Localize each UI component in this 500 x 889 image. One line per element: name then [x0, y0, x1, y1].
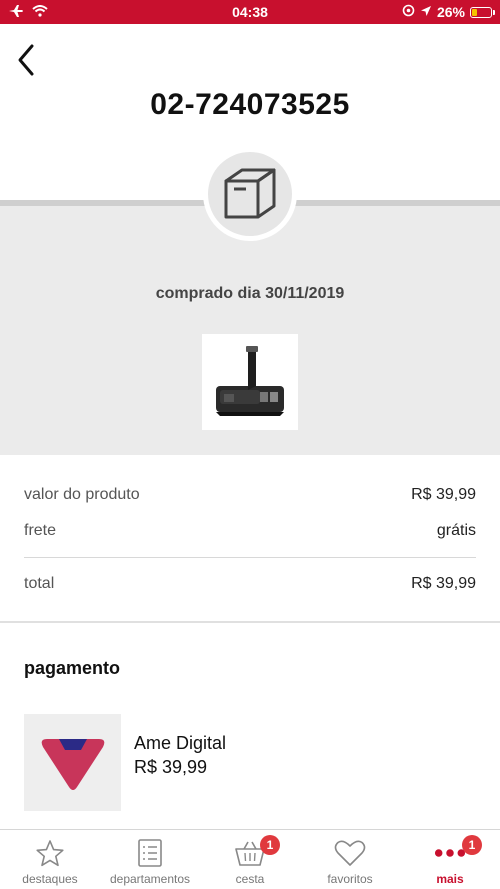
airplane-icon [8, 4, 24, 21]
battery-icon [470, 6, 495, 18]
battery-percent: 26% [436, 4, 465, 20]
shipping-row: frete grátis [24, 522, 476, 540]
nav-item-cesta[interactable]: 1 cesta [200, 830, 300, 889]
status-right: 26% [402, 4, 500, 20]
nav-item-mais[interactable]: 1 mais [400, 830, 500, 889]
section-divider [0, 621, 500, 623]
shipping-value: grátis [436, 522, 476, 539]
summary-divider [24, 557, 476, 558]
payment-method-logo [24, 714, 121, 811]
status-bar: 04:38 26% [0, 0, 500, 24]
bottom-navigation: destaques departamentos 1 cesta favorito… [0, 829, 500, 889]
star-icon [34, 838, 66, 868]
total-label: total [24, 575, 55, 592]
total-row: total R$ 39,99 [24, 575, 476, 593]
nav-item-favoritos[interactable]: favoritos [300, 830, 400, 889]
location-icon [420, 4, 432, 20]
back-arrow-icon [18, 44, 34, 76]
payment-heading: pagamento [24, 658, 121, 678]
more-badge: 1 [462, 835, 482, 855]
product-value-label: valor do produto [24, 486, 140, 503]
payment-amount: R$ 39,99 [134, 757, 208, 777]
purchase-date: comprado dia 30/11/2019 [155, 285, 345, 302]
nav-label-mais: mais [436, 872, 464, 886]
orientation-lock-icon [402, 4, 415, 20]
list-icon [134, 838, 166, 868]
total-value: R$ 39,99 [411, 575, 476, 592]
wifi-icon [32, 4, 48, 20]
status-left [0, 4, 48, 21]
package-badge [203, 147, 297, 241]
nav-label-favoritos: favoritos [327, 872, 373, 886]
back-button[interactable] [8, 40, 44, 80]
payment-method-name: Ame Digital [134, 733, 227, 753]
order-number-title: 02-724073525 [150, 88, 350, 121]
nav-label-departamentos: departamentos [109, 872, 191, 886]
nav-label-destaques: destaques [22, 872, 78, 886]
hair-trimmer-image [216, 346, 284, 416]
cart-badge: 1 [260, 835, 280, 855]
package-box-icon [224, 168, 276, 219]
product-thumbnail[interactable] [202, 334, 298, 430]
nav-label-cesta: cesta [235, 872, 265, 886]
heart-icon [334, 838, 366, 868]
nav-item-destaques[interactable]: destaques [0, 830, 100, 889]
product-value-row: valor do produto R$ 39,99 [24, 486, 476, 504]
product-value: R$ 39,99 [411, 486, 476, 503]
shipping-label: frete [24, 522, 57, 539]
ame-digital-logo [41, 738, 104, 790]
nav-item-departamentos[interactable]: departamentos [100, 830, 200, 889]
